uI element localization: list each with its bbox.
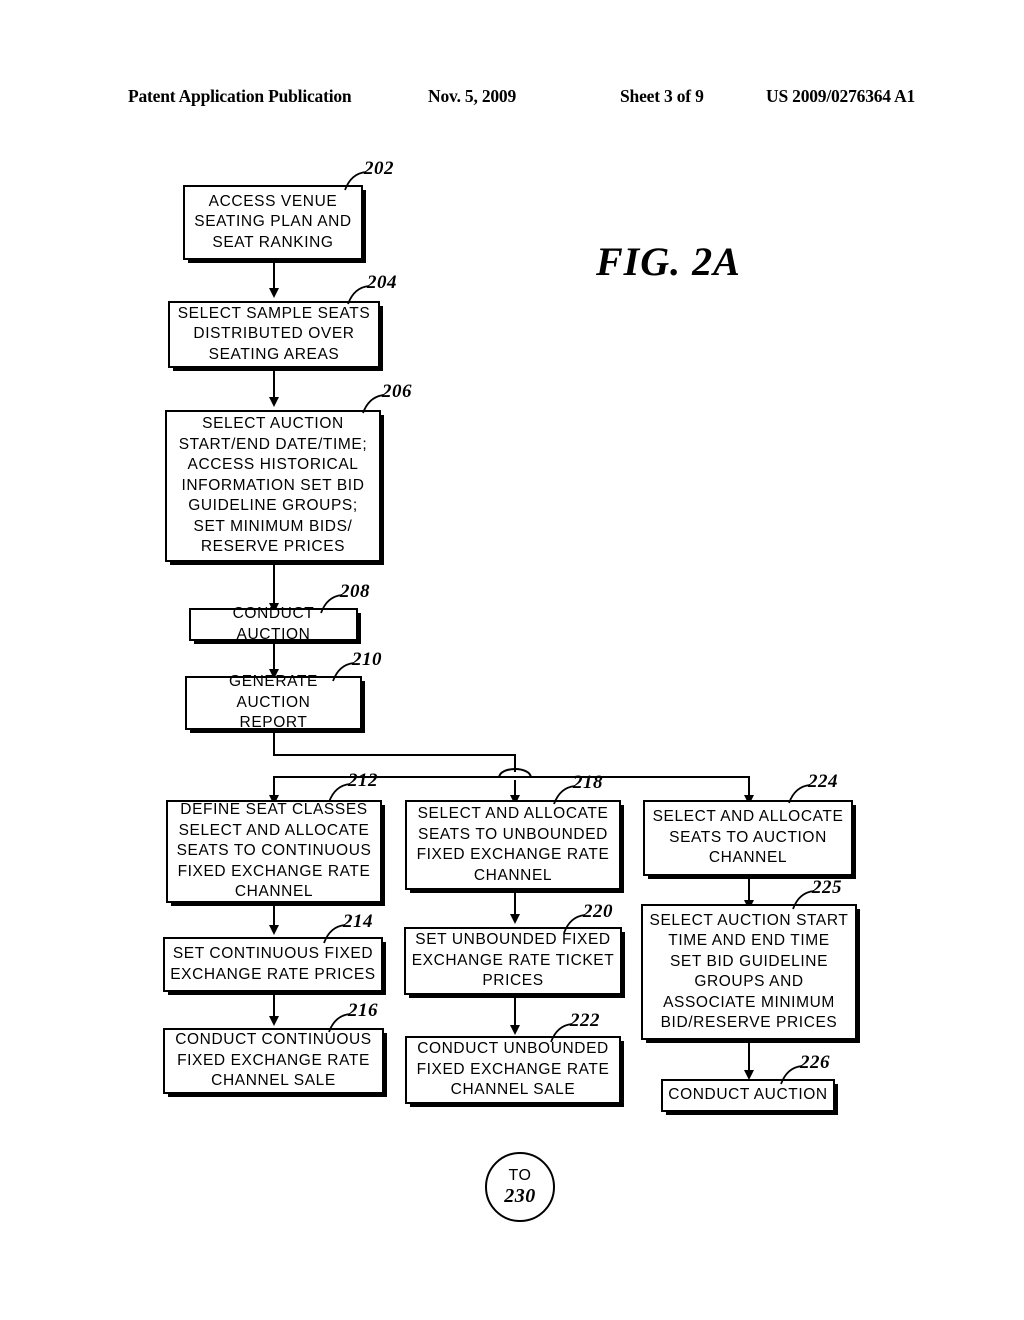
figure-title: FIG. 2A bbox=[596, 239, 741, 284]
process-node-222-label: CONDUCT UNBOUNDED FIXED EXCHANGE RATE CH… bbox=[416, 1040, 610, 1099]
ref-numeral-224: 224 bbox=[808, 771, 838, 792]
ref-numeral-210: 210 bbox=[352, 649, 382, 670]
process-node-214-label: SET CONTINUOUS FIXED EXCHANGE RATE PRICE… bbox=[170, 945, 376, 983]
process-node-202[interactable]: ACCESS VENUE SEATING PLAN AND SEAT RANKI… bbox=[183, 185, 363, 260]
wire-hop-arc bbox=[498, 764, 532, 780]
process-node-212[interactable]: DEFINE SEAT CLASSES SELECT AND ALLOCATE … bbox=[166, 800, 382, 903]
process-node-206[interactable]: SELECT AUCTION START/END DATE/TIME; ACCE… bbox=[165, 410, 381, 562]
header-publication-label: Patent Application Publication bbox=[128, 86, 352, 106]
offpage-connector-number: 230 bbox=[504, 1185, 536, 1207]
arrowhead-220 bbox=[510, 914, 520, 924]
ref-numeral-216: 216 bbox=[348, 1000, 378, 1021]
process-node-226[interactable]: CONDUCT AUCTION bbox=[661, 1079, 835, 1112]
connector-206-to-208 bbox=[273, 562, 275, 607]
process-node-225-label: SELECT AUCTION START TIME AND END TIME S… bbox=[649, 911, 849, 1032]
process-node-210-label: GENERATE AUCTION REPORT bbox=[229, 673, 318, 732]
offpage-connector-230[interactable]: TO 230 bbox=[485, 1152, 555, 1222]
header-sheet-label: Sheet 3 of 9 bbox=[620, 86, 704, 106]
process-node-220[interactable]: SET UNBOUNDED FIXED EXCHANGE RATE TICKET… bbox=[404, 927, 622, 995]
connector-220-to-222 bbox=[514, 995, 516, 1027]
ref-numeral-212: 212 bbox=[348, 770, 378, 791]
page-header: Patent Application Publication Nov. 5, 2… bbox=[0, 86, 1024, 112]
process-node-212-label: DEFINE SEAT CLASSES SELECT AND ALLOCATE … bbox=[176, 801, 372, 901]
ref-numeral-220: 220 bbox=[583, 901, 613, 922]
process-node-210[interactable]: GENERATE AUCTION REPORT bbox=[185, 673, 362, 731]
process-node-220-label: SET UNBOUNDED FIXED EXCHANGE RATE TICKET… bbox=[411, 931, 615, 990]
ref-numeral-222: 222 bbox=[570, 1010, 600, 1031]
arrowhead-206 bbox=[269, 397, 279, 407]
process-node-224[interactable]: SELECT AND ALLOCATE SEATS TO AUCTION CHA… bbox=[643, 800, 853, 876]
process-node-208[interactable]: CONDUCT AUCTION bbox=[189, 605, 358, 643]
process-node-224-label: SELECT AND ALLOCATE SEATS TO AUCTION CHA… bbox=[652, 808, 844, 867]
process-node-216-label: CONDUCT CONTINUOUS FIXED EXCHANGE RATE C… bbox=[175, 1031, 372, 1090]
ref-numeral-226: 226 bbox=[800, 1052, 830, 1073]
arrowhead-216 bbox=[269, 1016, 279, 1026]
connector-225-to-226 bbox=[748, 1040, 750, 1074]
ref-numeral-206: 206 bbox=[382, 381, 412, 402]
ref-numeral-214: 214 bbox=[343, 911, 373, 932]
process-node-216[interactable]: CONDUCT CONTINUOUS FIXED EXCHANGE RATE C… bbox=[163, 1028, 384, 1094]
arrowhead-204 bbox=[269, 288, 279, 298]
process-node-208-label: CONDUCT AUCTION bbox=[232, 605, 315, 643]
process-node-214[interactable]: SET CONTINUOUS FIXED EXCHANGE RATE PRICE… bbox=[163, 937, 383, 992]
connector-210-stem bbox=[273, 730, 275, 756]
process-node-202-label: ACCESS VENUE SEATING PLAN AND SEAT RANKI… bbox=[194, 192, 352, 251]
ref-numeral-204: 204 bbox=[367, 272, 397, 293]
process-node-226-label: CONDUCT AUCTION bbox=[668, 1086, 828, 1104]
process-node-204-label: SELECT SAMPLE SEATS DISTRIBUTED OVER SEA… bbox=[177, 304, 371, 363]
branch-bus-upper bbox=[273, 754, 516, 756]
ref-numeral-218: 218 bbox=[573, 772, 603, 793]
process-node-206-label: SELECT AUCTION START/END DATE/TIME; ACCE… bbox=[178, 415, 368, 556]
process-node-204[interactable]: SELECT SAMPLE SEATS DISTRIBUTED OVER SEA… bbox=[168, 301, 380, 368]
arrowhead-222 bbox=[510, 1025, 520, 1035]
ref-numeral-208: 208 bbox=[340, 581, 370, 602]
ref-numeral-202: 202 bbox=[364, 158, 394, 179]
process-node-218-label: SELECT AND ALLOCATE SEATS TO UNBOUNDED F… bbox=[416, 805, 610, 884]
ref-numeral-225: 225 bbox=[812, 877, 842, 898]
process-node-225[interactable]: SELECT AUCTION START TIME AND END TIME S… bbox=[641, 904, 857, 1040]
header-patent-number: US 2009/0276364 A1 bbox=[766, 86, 916, 106]
process-node-222[interactable]: CONDUCT UNBOUNDED FIXED EXCHANGE RATE CH… bbox=[405, 1036, 621, 1104]
process-node-218[interactable]: SELECT AND ALLOCATE SEATS TO UNBOUNDED F… bbox=[405, 800, 621, 890]
arrowhead-214 bbox=[269, 925, 279, 935]
offpage-connector-label: TO bbox=[508, 1167, 532, 1184]
header-date-label: Nov. 5, 2009 bbox=[428, 86, 517, 106]
